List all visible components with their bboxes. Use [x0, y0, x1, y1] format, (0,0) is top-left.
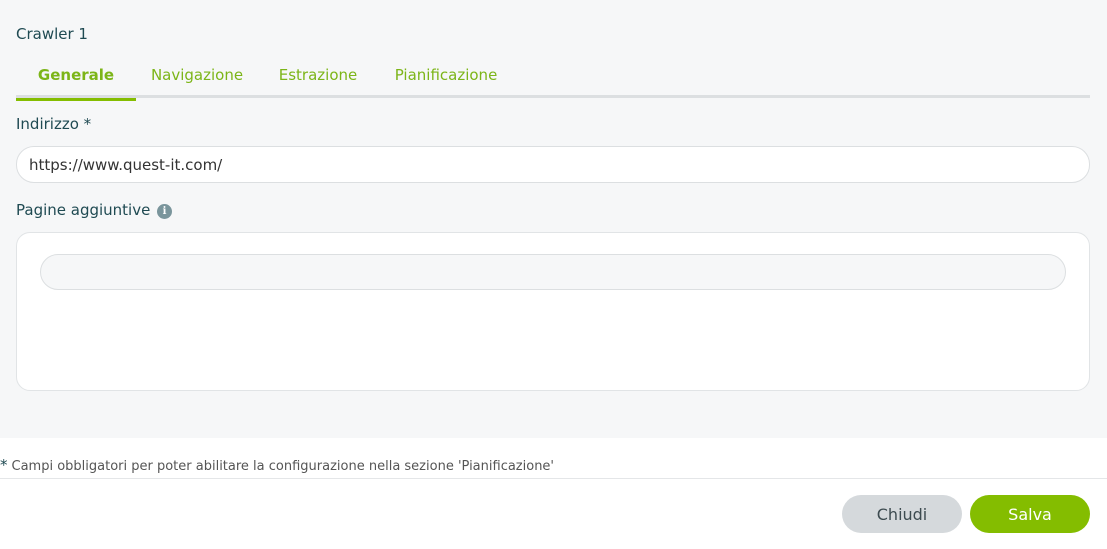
address-label: Indirizzo * [16, 115, 92, 133]
required-star: * [0, 456, 8, 474]
tab-label: Navigazione [150, 66, 244, 84]
tab-estrazione[interactable]: Estrazione [270, 56, 366, 98]
additional-pages-box [16, 232, 1090, 391]
additional-page-input[interactable] [40, 254, 1066, 290]
save-button[interactable]: Salva [970, 495, 1090, 533]
required-fields-note: * Campi obbligatori per poter abilitare l… [0, 456, 554, 474]
tab-label: Pianificazione [394, 66, 498, 84]
tab-label: Generale [37, 66, 115, 84]
tab-pianificazione[interactable]: Pianificazione [386, 56, 506, 98]
footer-divider [0, 478, 1107, 479]
tab-bar: Generale Navigazione Estrazione Pianific… [16, 56, 1090, 101]
close-button[interactable]: Chiudi [842, 495, 962, 533]
address-input[interactable] [16, 146, 1090, 183]
tab-navigazione[interactable]: Navigazione [142, 56, 252, 98]
tab-label: Estrazione [278, 66, 358, 84]
info-icon[interactable]: i [157, 204, 172, 219]
additional-pages-label: Pagine aggiuntive [16, 201, 151, 219]
tab-generale[interactable]: Generale [16, 56, 136, 101]
crawler-panel: Crawler 1 Generale Navigazione Estrazion… [0, 0, 1107, 438]
active-tab-indicator [16, 98, 136, 101]
page-title: Crawler 1 [16, 25, 88, 43]
required-fields-text: Campi obbligatori per poter abilitare la… [11, 459, 555, 474]
